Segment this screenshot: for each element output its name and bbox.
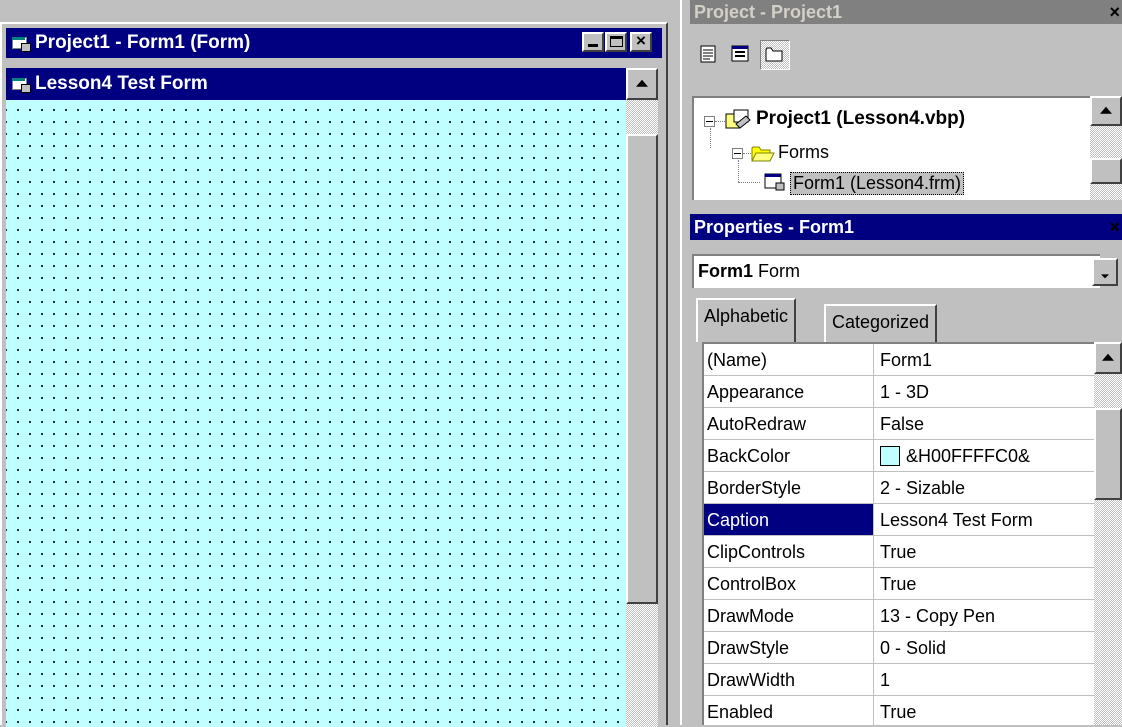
property-row[interactable]: Caption Lesson4 Test Form — [704, 504, 1094, 536]
property-value[interactable]: &H00FFFFC0& — [874, 440, 1094, 472]
color-swatch-icon — [880, 445, 900, 466]
arrow-up-icon — [1100, 106, 1112, 114]
form-icon — [12, 36, 31, 52]
property-row[interactable]: (Name) Form1 — [704, 344, 1094, 376]
collapse-project-icon[interactable] — [704, 116, 715, 127]
property-grid[interactable]: (Name) Form1 Appearance 1 - 3D AutoRedraw Fal… — [702, 342, 1094, 725]
view-code-button[interactable] — [694, 40, 722, 68]
property-row[interactable]: Enabled True — [704, 696, 1094, 725]
property-name[interactable]: DrawWidth — [704, 664, 874, 696]
tree-project-label[interactable]: Project1 (Lesson4.vbp) — [756, 108, 965, 130]
maximize-button[interactable] — [605, 32, 627, 52]
form-file-icon — [764, 173, 785, 191]
project-icon — [725, 109, 751, 129]
form-caption-icon — [12, 77, 31, 93]
designer-vertical-scrollbar[interactable] — [626, 68, 658, 727]
property-row[interactable]: BackColor &H00FFFFC0& — [704, 440, 1094, 472]
property-row[interactable]: BorderStyle 2 - Sizable — [704, 472, 1094, 504]
properties-title-bar[interactable]: Properties - Form1 × — [690, 214, 1122, 240]
project-toolbar — [692, 40, 832, 72]
properties-window: Properties - Form1 × Form1 Form Alphabet… — [684, 212, 1122, 725]
property-value[interactable]: True — [874, 568, 1094, 600]
property-row[interactable]: Appearance 1 - 3D — [704, 376, 1094, 408]
object-name: Form1 — [698, 261, 754, 281]
property-value[interactable]: 0 - Solid — [874, 632, 1094, 664]
view-object-button[interactable] — [726, 40, 754, 68]
object-dropdown-button[interactable] — [1092, 258, 1118, 286]
property-name[interactable]: BorderStyle — [704, 472, 874, 504]
property-name[interactable]: Caption — [704, 504, 874, 536]
properties-vertical-scrollbar[interactable] — [1094, 342, 1122, 725]
property-row[interactable]: ClipControls True — [704, 536, 1094, 568]
arrow-up-icon — [1102, 353, 1114, 361]
property-name[interactable]: DrawMode — [704, 600, 874, 632]
minimize-button[interactable] — [582, 32, 604, 52]
property-value-text: &H00FFFFC0& — [906, 446, 1031, 466]
property-name[interactable]: ControlBox — [704, 568, 874, 600]
tab-categorized[interactable]: Categorized — [824, 304, 938, 342]
property-row[interactable]: ControlBox True — [704, 568, 1094, 600]
property-name[interactable]: AutoRedraw — [704, 408, 874, 440]
designer-title-bar[interactable]: Project1 - Form1 (Form) × — [6, 28, 662, 58]
pane-splitter[interactable] — [670, 0, 682, 725]
arrow-up-icon — [636, 79, 648, 87]
project-title: Project - Project1 — [694, 2, 843, 22]
property-name[interactable]: BackColor — [704, 440, 874, 472]
form-caption-bar[interactable]: Lesson4 Test Form — [6, 68, 626, 100]
property-value[interactable]: 1 - 3D — [874, 376, 1094, 408]
tree-scroll-thumb[interactable] — [1090, 158, 1122, 184]
view-object-icon — [731, 45, 749, 62]
form-designer-window: Project1 - Form1 (Form) × Lesson4 Test F… — [0, 22, 668, 727]
form-caption: Lesson4 Test Form — [35, 73, 208, 94]
form-canvas[interactable] — [6, 100, 626, 727]
object-selector[interactable]: Form1 Form — [692, 254, 1100, 288]
project-tree[interactable]: Project1 (Lesson4.vbp) Forms Form1 (Less… — [692, 96, 1090, 200]
object-type: Form — [758, 261, 801, 281]
properties-scroll-thumb[interactable] — [1094, 408, 1122, 500]
property-name[interactable]: Enabled — [704, 696, 874, 725]
property-value[interactable]: 1 — [874, 664, 1094, 696]
property-row[interactable]: AutoRedraw False — [704, 408, 1094, 440]
close-icon: × — [636, 31, 646, 50]
project-close-icon[interactable]: × — [1109, 0, 1120, 24]
tab-alphabetic[interactable]: Alphabetic — [696, 298, 797, 342]
property-name[interactable]: Appearance — [704, 376, 874, 408]
toggle-folders-icon — [765, 47, 783, 62]
folder-open-icon — [751, 146, 775, 162]
minimize-icon — [588, 44, 598, 47]
designer-window-title: Project1 - Form1 (Form) — [35, 32, 251, 53]
property-value[interactable]: Lesson4 Test Form — [874, 504, 1094, 536]
properties-scroll-up-button[interactable] — [1094, 342, 1122, 374]
collapse-forms-icon[interactable] — [732, 148, 743, 159]
property-value[interactable]: False — [874, 408, 1094, 440]
scroll-thumb[interactable] — [626, 134, 658, 604]
property-value[interactable]: True — [874, 536, 1094, 568]
property-value[interactable]: Form1 — [874, 344, 1094, 376]
property-value[interactable]: True — [874, 696, 1094, 725]
tree-forms-label[interactable]: Forms — [778, 142, 829, 163]
chevron-down-icon — [1101, 274, 1109, 279]
maximize-icon — [610, 36, 623, 47]
scroll-up-button[interactable] — [626, 68, 658, 100]
property-row[interactable]: DrawWidth 1 — [704, 664, 1094, 696]
tree-scroll-up-button[interactable] — [1090, 96, 1122, 126]
property-row[interactable]: DrawMode 13 - Copy Pen — [704, 600, 1094, 632]
project-title-bar[interactable]: Project - Project1 × — [690, 0, 1122, 24]
property-value[interactable]: 2 - Sizable — [874, 472, 1094, 504]
property-row[interactable]: DrawStyle 0 - Solid — [704, 632, 1094, 664]
toggle-folders-button[interactable] — [760, 40, 790, 70]
properties-title: Properties - Form1 — [694, 217, 855, 237]
properties-close-icon[interactable]: × — [1109, 214, 1120, 240]
tree-form-label[interactable]: Form1 (Lesson4.frm) — [790, 172, 965, 195]
project-explorer: Project - Project1 × Project1 (Lesson4.v… — [684, 0, 1122, 256]
view-code-icon — [700, 45, 716, 63]
tree-vertical-scrollbar[interactable] — [1090, 96, 1122, 256]
property-name[interactable]: (Name) — [704, 344, 874, 376]
property-name[interactable]: ClipControls — [704, 536, 874, 568]
close-button[interactable]: × — [630, 31, 652, 52]
property-value[interactable]: 13 - Copy Pen — [874, 600, 1094, 632]
property-name[interactable]: DrawStyle — [704, 632, 874, 664]
